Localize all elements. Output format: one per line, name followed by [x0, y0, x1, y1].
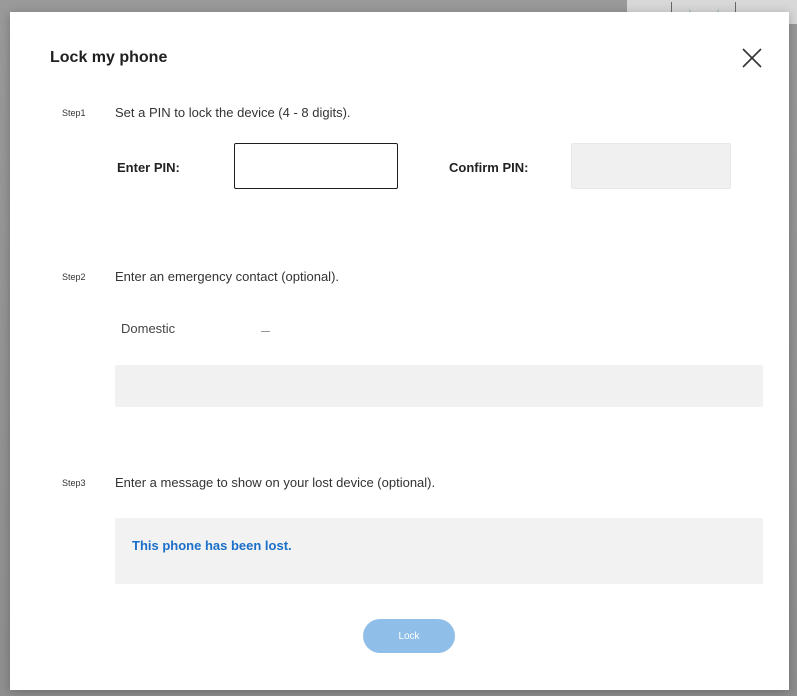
step2-instruction: Enter an emergency contact (optional).	[115, 269, 340, 284]
step2-tag: Step2	[62, 272, 86, 282]
lock-button[interactable]: Lock	[363, 619, 455, 653]
step1-tag: Step1	[62, 108, 86, 118]
dialog-title: Lock my phone	[50, 49, 168, 66]
message-textarea[interactable]: This phone has been lost.	[115, 518, 763, 584]
step3-instruction: Enter a message to show on your lost dev…	[115, 475, 436, 490]
lock-phone-dialog: Lock my phone Step1 Set a PIN to lock th…	[10, 12, 789, 690]
message-text: This phone has been lost.	[132, 538, 292, 553]
confirm-pin-input[interactable]	[571, 143, 731, 189]
close-icon[interactable]	[740, 46, 764, 70]
confirm-pin-label: Confirm PIN:	[449, 160, 529, 175]
country-select-value: Domestic	[121, 321, 176, 336]
enter-pin-input[interactable]	[234, 143, 398, 189]
step3-tag: Step3	[62, 478, 86, 488]
step1-instruction: Set a PIN to lock the device (4 - 8 digi…	[115, 105, 351, 120]
enter-pin-label: Enter PIN:	[117, 160, 180, 175]
country-select[interactable]: Domestic	[121, 321, 281, 343]
emergency-phone-input[interactable]	[115, 365, 763, 407]
chevron-down-icon	[261, 331, 270, 332]
